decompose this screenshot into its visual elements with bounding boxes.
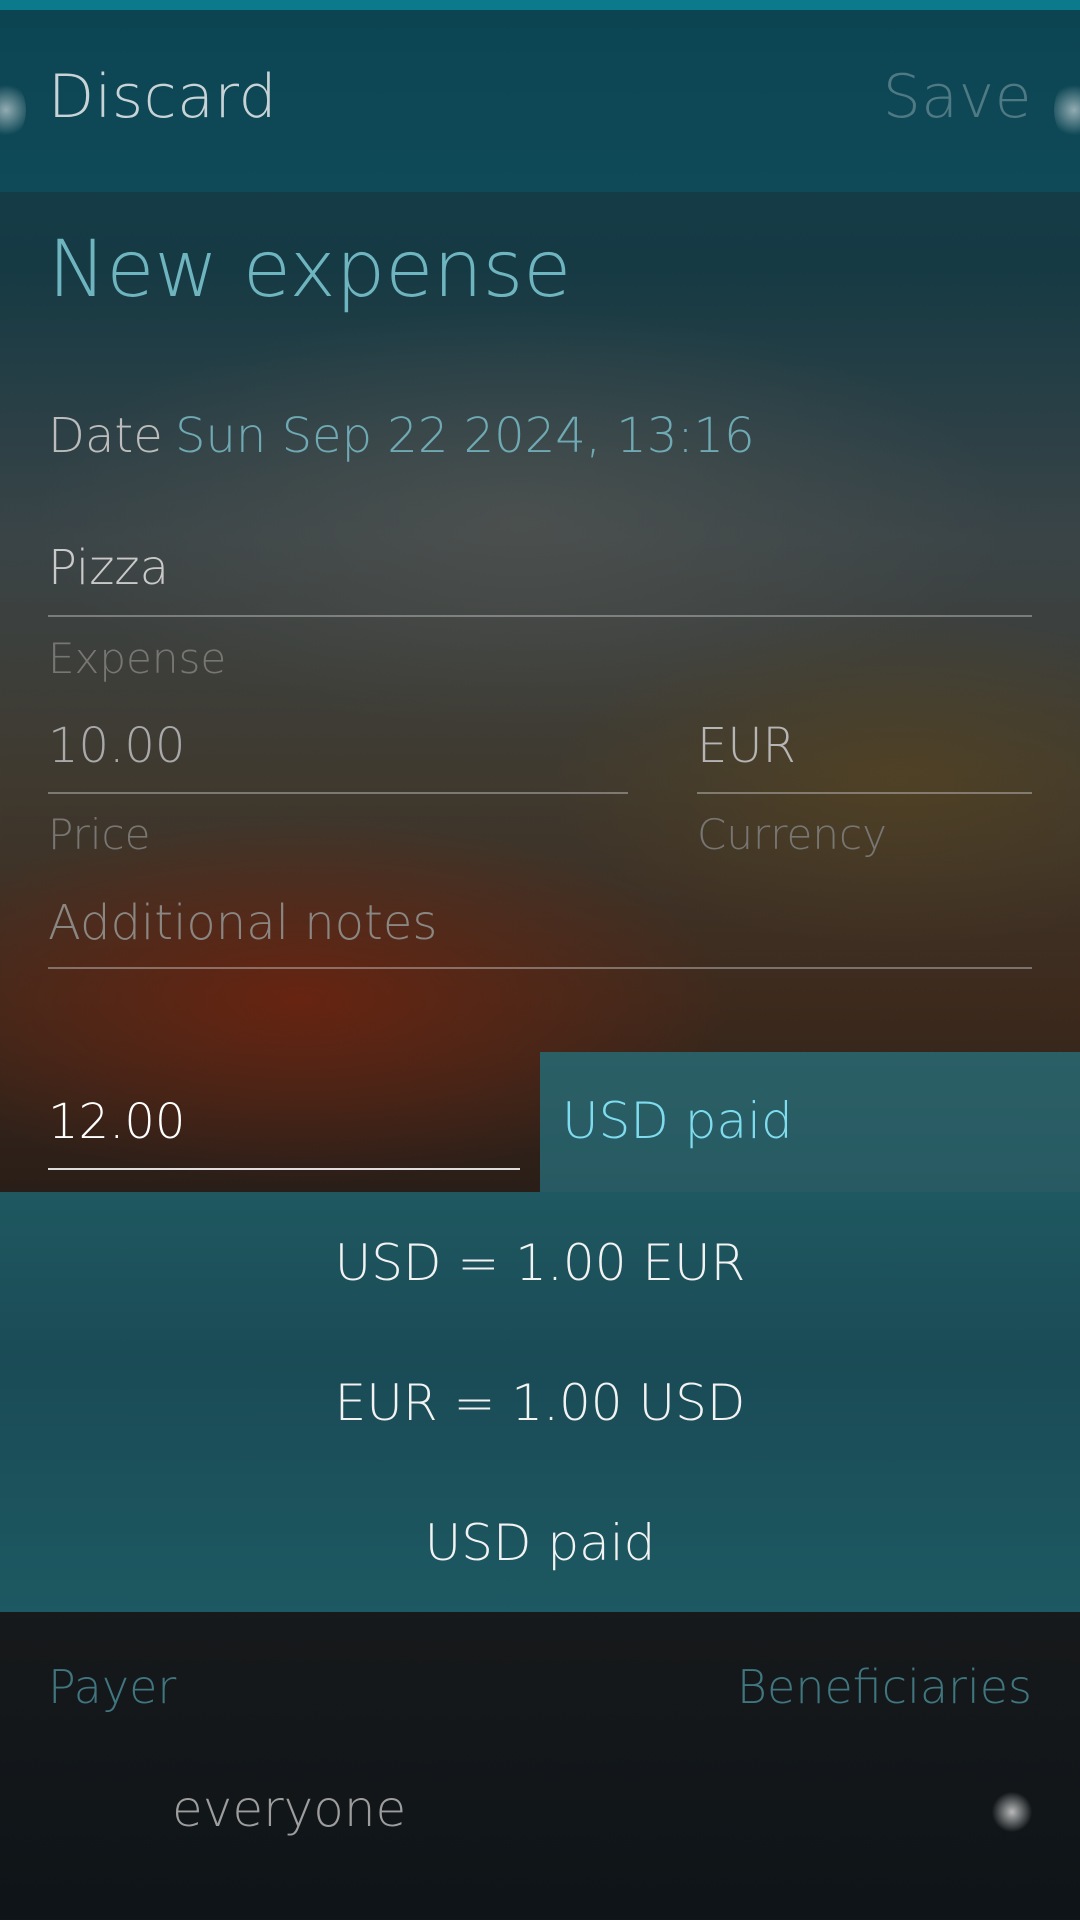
notes-underline (48, 967, 1032, 969)
left-edge-indicator (0, 80, 26, 140)
notes-field[interactable]: Additional notes (48, 895, 437, 951)
date-label: Date (48, 408, 163, 464)
expense-name-label: Expense (48, 634, 227, 683)
selection-indicator-icon (990, 1790, 1034, 1834)
currency-label: Currency (697, 810, 887, 859)
payer-label: Payer (48, 1660, 177, 1714)
menu-item-eur-to-usd[interactable]: EUR = 1.00 USD (0, 1374, 1080, 1432)
page-title: New expense (48, 225, 572, 315)
expense-name-underline (48, 615, 1032, 617)
conversion-amount-field[interactable]: 12.00 (48, 1094, 185, 1150)
conversion-amount-underline (48, 1168, 520, 1170)
everyone-option[interactable]: everyone (172, 1780, 406, 1838)
currency-field[interactable]: EUR (697, 718, 796, 774)
save-button[interactable]: Save (883, 62, 1032, 132)
page-header: Discard Save (0, 10, 1080, 192)
price-field[interactable]: 10.00 (48, 718, 185, 774)
expense-name-field[interactable]: Pizza (48, 540, 169, 596)
menu-item-usd-paid[interactable]: USD paid (0, 1514, 1080, 1572)
conversion-mode-menu: USD = 1.00 EUR EUR = 1.00 USD USD paid (0, 1192, 1080, 1612)
discard-button[interactable]: Discard (48, 62, 277, 132)
conversion-mode-selector[interactable]: USD paid (540, 1052, 1080, 1192)
status-accent-bar (0, 0, 1080, 10)
date-value[interactable]: Sun Sep 22 2024, 13:16 (175, 408, 755, 464)
beneficiaries-label: Beneficiaries (736, 1660, 1032, 1714)
price-label: Price (48, 810, 151, 859)
conversion-mode-selected: USD paid (562, 1092, 793, 1150)
right-edge-indicator (1054, 80, 1080, 140)
price-underline (48, 792, 628, 794)
menu-item-usd-to-eur[interactable]: USD = 1.00 EUR (0, 1234, 1080, 1292)
currency-underline (697, 792, 1032, 794)
